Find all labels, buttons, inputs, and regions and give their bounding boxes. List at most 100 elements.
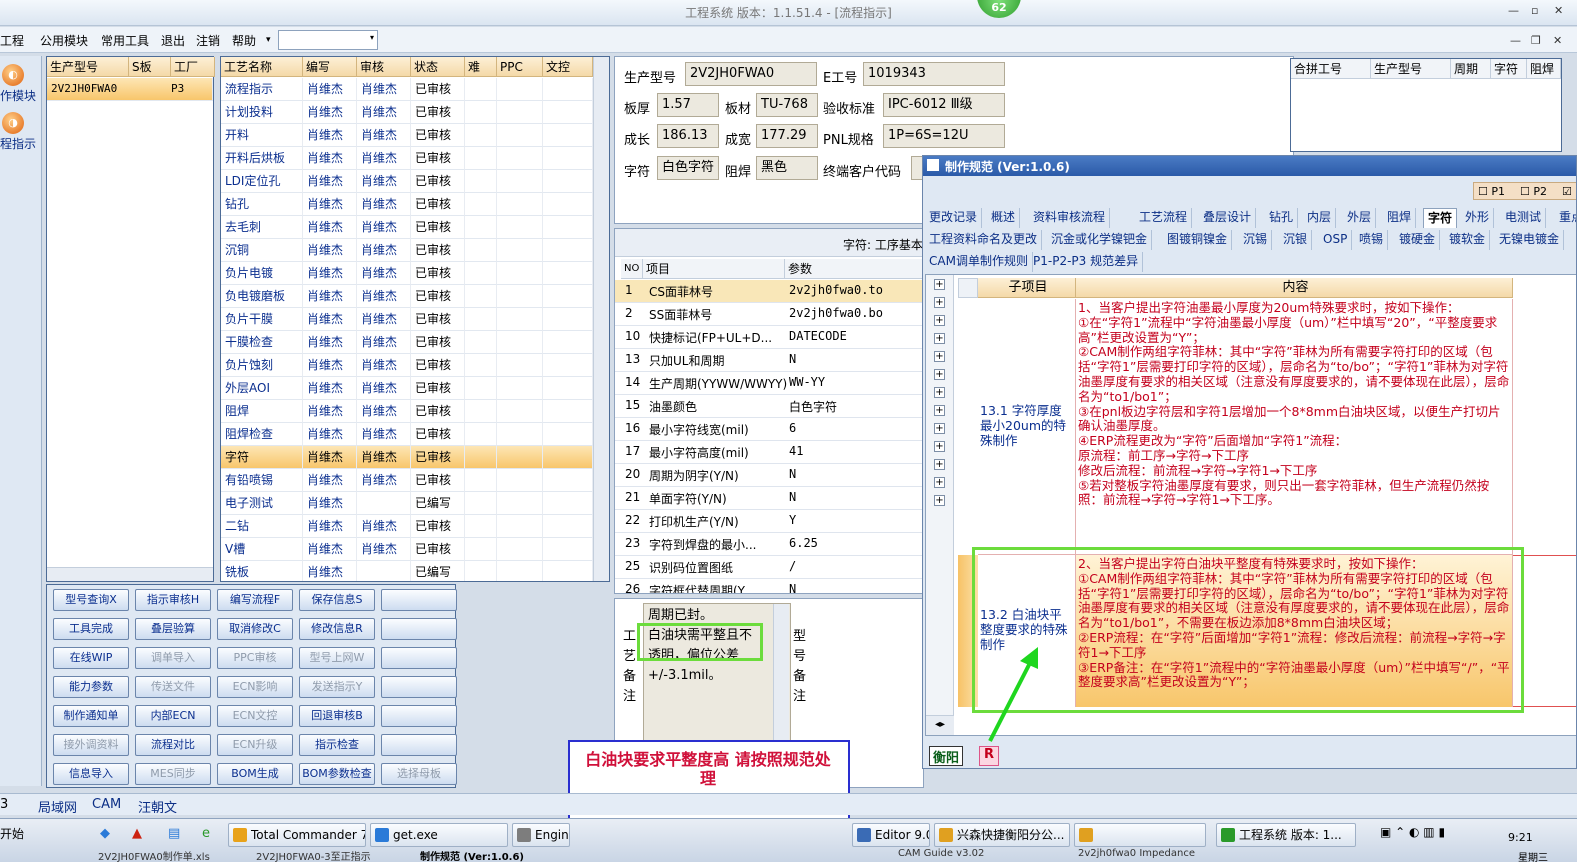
process-row-cell[interactable]: 肖维杰 xyxy=(303,400,357,423)
col-item[interactable]: 项目 xyxy=(643,259,785,279)
taskbar-item[interactable]: Editor 9.07b... xyxy=(852,823,930,847)
model-field[interactable]: 2V2JH0FWA0 xyxy=(685,62,817,86)
col-doc-control[interactable]: 文控 xyxy=(543,57,593,77)
eng-field[interactable]: 1019343 xyxy=(863,62,1005,86)
taskbar-item[interactable]: 兴森快捷衡阳分公... xyxy=(934,823,1070,847)
taskbar-item-row2[interactable]: 2V2JH0FWA0制作单.xls xyxy=(98,848,248,862)
taskbar-item-row2[interactable]: 2v2jh0fwa0 Impedance xyxy=(1078,848,1216,862)
param-row[interactable]: 14 生产周期(YYWW/WWYY) WW-YY xyxy=(615,372,923,395)
process-row-cell[interactable] xyxy=(465,262,497,285)
spec-tab[interactable]: 喷锡 xyxy=(1355,230,1389,250)
process-row-name[interactable]: 钻孔 xyxy=(221,193,303,216)
mask-field[interactable]: 黑色 xyxy=(756,156,818,180)
process-row-cell[interactable]: 已审核 xyxy=(411,124,465,147)
param-row[interactable]: 1 CS面菲林号 2v2jh0fwa0.to xyxy=(615,280,923,303)
module-combo[interactable]: ▾ xyxy=(278,30,378,50)
process-row-cell[interactable] xyxy=(497,285,543,308)
process-row-name[interactable]: 沉铜 xyxy=(221,239,303,262)
process-row-cell[interactable] xyxy=(465,331,497,354)
col-content[interactable]: 内容 xyxy=(1076,278,1513,298)
action-button[interactable]: 传送文件 xyxy=(135,676,211,698)
process-row-name[interactable]: 负片蚀刻 xyxy=(221,354,303,377)
process-row-cell[interactable] xyxy=(543,400,593,423)
process-row-cell[interactable]: 肖维杰 xyxy=(303,423,357,446)
process-row-cell[interactable] xyxy=(543,515,593,538)
process-row-name[interactable]: 负片电镀 xyxy=(221,262,303,285)
process-row-cell[interactable]: 肖维杰 xyxy=(357,262,411,285)
spec-tab[interactable]: 镀软金 xyxy=(1445,230,1491,250)
process-row-cell[interactable]: 肖维杰 xyxy=(303,492,357,515)
action-button[interactable]: 流程对比 xyxy=(135,734,211,756)
process-row-cell[interactable] xyxy=(543,285,593,308)
process-row-cell[interactable]: 肖维杰 xyxy=(303,78,357,101)
col-reviewer[interactable]: 审核 xyxy=(357,57,411,77)
process-row-name[interactable]: 计划投料 xyxy=(221,101,303,124)
process-row-cell[interactable]: 已审核 xyxy=(411,469,465,492)
spec-tab[interactable]: OSP xyxy=(1319,230,1353,250)
process-row-cell[interactable]: 肖维杰 xyxy=(303,124,357,147)
process-row-cell[interactable] xyxy=(497,78,543,101)
process-row-cell[interactable] xyxy=(465,216,497,239)
process-row-cell[interactable]: 已审核 xyxy=(411,78,465,101)
spec-tab[interactable]: 外形 xyxy=(1461,208,1495,228)
material-field[interactable]: TU-768 xyxy=(756,93,818,117)
action-button[interactable] xyxy=(381,705,457,727)
process-row-cell[interactable]: 肖维杰 xyxy=(303,354,357,377)
col-sub-item[interactable]: 子项目 xyxy=(978,278,1076,298)
action-button[interactable]: 回退审核B xyxy=(299,705,375,727)
spec-tab[interactable]: 资料审核流程 xyxy=(1029,208,1111,228)
param-row[interactable]: 16 最小字符线宽(mil) 6 xyxy=(615,418,923,441)
process-row-cell[interactable]: 已审核 xyxy=(411,423,465,446)
expand-icon[interactable]: + xyxy=(934,459,945,470)
action-button[interactable]: 保存信息S xyxy=(299,589,375,611)
spec-tab[interactable]: 外层 xyxy=(1343,208,1377,228)
start-button[interactable]: 开始 xyxy=(0,823,30,847)
expand-icon[interactable]: + xyxy=(934,369,945,380)
sidebar-item-operations[interactable]: 作模块 xyxy=(0,87,36,104)
sidebar-item-process[interactable]: 程指示 xyxy=(0,135,36,152)
col-writer[interactable]: 编写 xyxy=(303,57,357,77)
spec-tab[interactable]: CAM调单制作规则 xyxy=(925,252,1033,272)
process-row-cell[interactable]: 肖维杰 xyxy=(357,285,411,308)
process-row-cell[interactable]: 已审核 xyxy=(411,446,465,469)
ie-icon[interactable]: e xyxy=(202,826,210,841)
clock-time[interactable]: 9:21 xyxy=(1508,831,1533,844)
menu-help[interactable]: 帮助 xyxy=(232,32,256,49)
process-row-name[interactable]: 铣板 xyxy=(221,561,303,581)
process-row-cell[interactable]: 肖维杰 xyxy=(357,354,411,377)
process-row-name[interactable]: 干膜检查 xyxy=(221,331,303,354)
process-row-name[interactable]: 外层AOI xyxy=(221,377,303,400)
process-row-cell[interactable]: 肖维杰 xyxy=(357,78,411,101)
process-row-cell[interactable] xyxy=(543,193,593,216)
process-row-cell[interactable] xyxy=(497,515,543,538)
close-button[interactable]: ✕ xyxy=(1554,4,1563,17)
expand-icon[interactable]: + xyxy=(934,297,945,308)
process-row-cell[interactable] xyxy=(543,423,593,446)
process-row-cell[interactable] xyxy=(497,308,543,331)
menu-logout[interactable]: 注销 xyxy=(196,32,220,49)
expand-icon[interactable]: + xyxy=(934,279,945,290)
process-row-cell[interactable] xyxy=(497,262,543,285)
col-difficulty[interactable]: 难 xyxy=(465,57,497,77)
spec-tab[interactable]: 阻焊 xyxy=(1383,208,1417,228)
spec-tab[interactable]: 电测试 xyxy=(1501,208,1547,228)
inner-close-button[interactable]: ✕ xyxy=(1553,34,1562,47)
process-row-name[interactable]: 负电镀磨板 xyxy=(221,285,303,308)
taskbar-item[interactable]: 工程系统 版本: 1... xyxy=(1216,823,1356,847)
expand-icon[interactable]: + xyxy=(934,405,945,416)
process-row-cell[interactable]: 已审核 xyxy=(411,308,465,331)
spec-tab[interactable]: 沉锡 xyxy=(1239,230,1273,250)
param-row[interactable]: 21 单面字符(Y/N) N xyxy=(615,487,923,510)
process-row-cell[interactable]: 肖维杰 xyxy=(303,538,357,561)
process-row-cell[interactable] xyxy=(465,193,497,216)
process-row-cell[interactable]: 肖维杰 xyxy=(357,170,411,193)
process-row-cell[interactable] xyxy=(497,331,543,354)
action-button[interactable] xyxy=(381,618,457,640)
param-row[interactable]: 17 最小字符高度(mil) 41 xyxy=(615,441,923,464)
process-row-cell[interactable]: 肖维杰 xyxy=(357,423,411,446)
process-row-cell[interactable] xyxy=(497,538,543,561)
spec-tab[interactable]: 叠层设计 xyxy=(1199,208,1257,228)
spec-tab[interactable]: 无镍电镀金 xyxy=(1495,230,1565,250)
process-row-cell[interactable] xyxy=(465,124,497,147)
col-no[interactable]: NO xyxy=(621,259,643,279)
